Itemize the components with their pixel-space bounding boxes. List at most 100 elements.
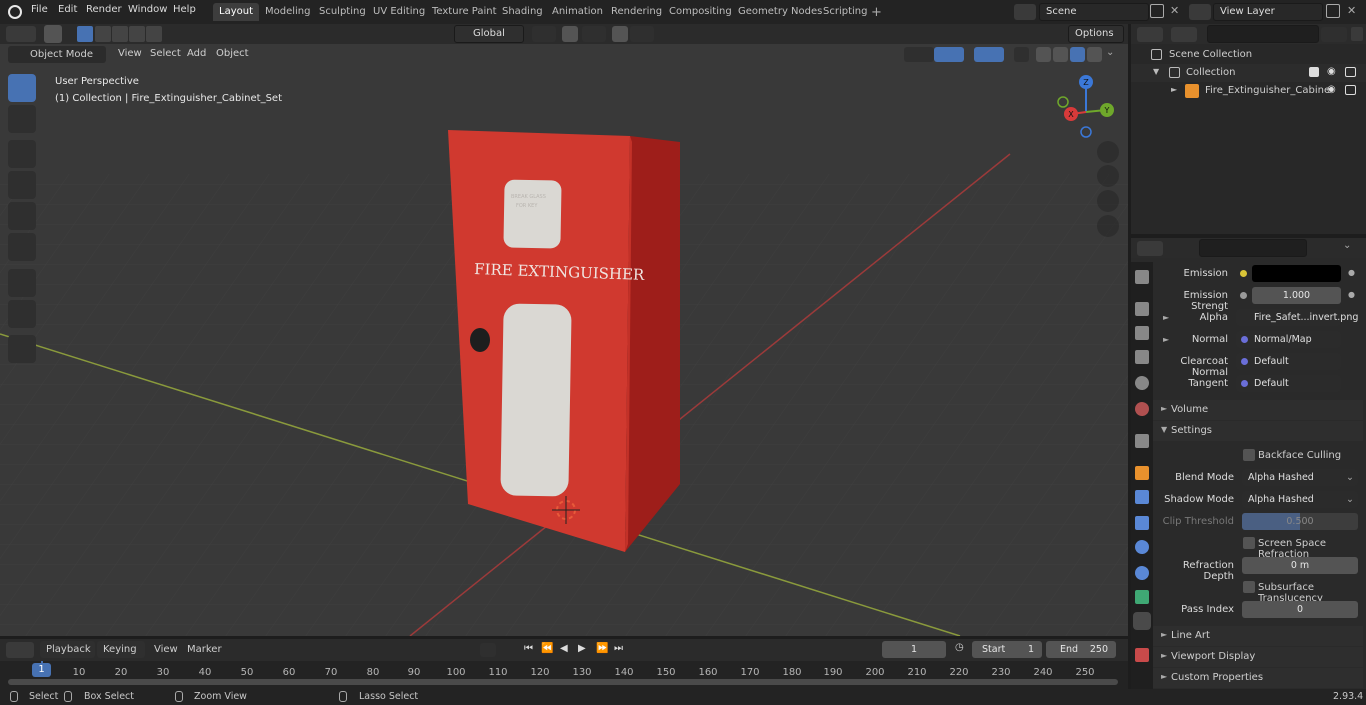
viewport-menu-select[interactable]: Select <box>150 48 181 59</box>
scale-tool-icon[interactable] <box>8 202 36 230</box>
viewport-menu-object[interactable]: Object <box>216 48 249 59</box>
xray-toggle-icon[interactable] <box>1014 47 1029 62</box>
current-frame-field[interactable]: 1 <box>882 641 946 658</box>
view-layer-icon[interactable] <box>1189 4 1211 20</box>
annotate-tool-icon[interactable] <box>8 269 36 297</box>
playhead-marker[interactable]: 1 <box>32 663 51 677</box>
end-frame-field[interactable]: End 250 <box>1046 641 1116 658</box>
constraints-tab-icon[interactable] <box>1135 566 1149 580</box>
viewport-menu-add[interactable]: Add <box>187 48 206 59</box>
world-tab-icon[interactable] <box>1135 402 1149 416</box>
gizmo-toggle-icon[interactable] <box>934 47 964 62</box>
prev-keyframe-icon[interactable]: ⏪ <box>541 643 553 654</box>
timeline-menu-view[interactable]: View <box>154 644 178 655</box>
scene-field[interactable]: Scene <box>1039 3 1149 21</box>
object-camera-icon[interactable] <box>1345 85 1356 95</box>
volume-panel-header[interactable]: ► Volume <box>1153 400 1363 420</box>
pass-index-field[interactable]: 0 <box>1242 601 1358 618</box>
collection-tab-icon[interactable] <box>1135 434 1149 448</box>
object-expand-icon[interactable]: ► <box>1171 85 1177 94</box>
screen-space-refraction-checkbox[interactable] <box>1243 537 1255 549</box>
tab-sculpting[interactable]: Sculpting <box>313 3 372 21</box>
menu-edit[interactable]: Edit <box>58 4 77 15</box>
material-tab-icon[interactable] <box>1133 612 1151 630</box>
normal-expand-icon[interactable]: ► <box>1163 335 1169 344</box>
tab-layout[interactable]: Layout <box>213 3 259 21</box>
visibility-icon[interactable] <box>904 47 934 62</box>
emission-keyframe-icon[interactable]: ● <box>1348 268 1355 277</box>
data-tab-icon[interactable] <box>1135 590 1149 604</box>
snap-target-icon[interactable] <box>582 26 606 42</box>
normal-link-field[interactable]: Normal/Map <box>1236 331 1341 348</box>
select-mode-subtract-icon[interactable] <box>112 26 128 42</box>
menu-help[interactable]: Help <box>173 4 196 15</box>
object-eye-icon[interactable]: ◉ <box>1327 84 1336 95</box>
play-icon[interactable]: ▶ <box>578 643 586 654</box>
render-tab-icon[interactable] <box>1135 302 1149 316</box>
outliner-row-collection[interactable]: ▼ Collection ◉ <box>1131 64 1366 82</box>
tab-modeling[interactable]: Modeling <box>259 3 317 21</box>
tab-uv-editing[interactable]: UV Editing <box>367 3 431 21</box>
subsurface-translucency-checkbox[interactable] <box>1243 581 1255 593</box>
line-art-panel-header[interactable]: ► Line Art <box>1153 626 1363 646</box>
snap-icon[interactable] <box>562 26 578 42</box>
rotate-tool-icon[interactable] <box>8 171 36 199</box>
output-tab-icon[interactable] <box>1135 326 1149 340</box>
3d-viewport[interactable]: FIRE EXTINGUISHER BREAK GLASS FOR KEY Z … <box>0 44 1128 636</box>
object-tab-icon[interactable] <box>1135 466 1149 480</box>
close-scene-icon[interactable]: ✕ <box>1170 4 1179 17</box>
cursor-tool-icon[interactable] <box>8 105 36 133</box>
settings-panel-header[interactable]: ▼ Settings <box>1153 421 1363 441</box>
select-mode-intersect-icon[interactable] <box>146 26 162 42</box>
refraction-depth-field[interactable]: 0 m <box>1242 557 1358 574</box>
menu-window[interactable]: Window <box>128 4 167 15</box>
outliner-display-mode-icon[interactable] <box>1171 27 1197 42</box>
zoom-gizmo-icon[interactable] <box>1097 141 1119 163</box>
timeline-menu-marker[interactable]: Marker <box>187 644 222 655</box>
move-tool-icon[interactable] <box>8 140 36 168</box>
keying-menu[interactable]: Keying <box>97 641 145 658</box>
add-workspace-icon[interactable]: + <box>871 5 882 20</box>
material-shading-icon[interactable] <box>1070 47 1085 62</box>
menu-render[interactable]: Render <box>86 4 122 15</box>
select-box-tool-icon[interactable] <box>8 74 36 102</box>
properties-options-chevron-icon[interactable]: ⌄ <box>1343 240 1351 251</box>
camera-view-icon[interactable] <box>1097 190 1119 212</box>
collection-camera-icon[interactable] <box>1345 67 1356 77</box>
outliner-filter-icon[interactable] <box>1321 27 1347 42</box>
timeline-scrollbar[interactable] <box>8 679 1118 685</box>
pivot-icon[interactable] <box>532 26 556 42</box>
alpha-link-field[interactable]: Fire_Safet...invert.png <box>1236 309 1358 326</box>
ortho-toggle-icon[interactable] <box>1097 215 1119 237</box>
collection-eye-icon[interactable]: ◉ <box>1327 66 1336 77</box>
tab-geometry-nodes[interactable]: Geometry Nodes <box>732 3 828 21</box>
options-dropdown[interactable]: Options <box>1068 25 1124 43</box>
transform-orientation-select[interactable]: Global <box>454 25 524 43</box>
menu-file[interactable]: File <box>31 4 48 15</box>
tab-rendering[interactable]: Rendering <box>605 3 668 21</box>
tab-texture-paint[interactable]: Texture Paint <box>426 3 503 21</box>
fire-extinguisher-cabinet[interactable]: FIRE EXTINGUISHER BREAK GLASS FOR KEY <box>448 130 680 552</box>
overlays-toggle-icon[interactable] <box>974 47 1004 62</box>
rendered-shading-icon[interactable] <box>1087 47 1102 62</box>
record-icon[interactable] <box>480 643 496 657</box>
solid-shading-icon[interactable] <box>1053 47 1068 62</box>
jump-start-icon[interactable]: ⏮ <box>524 643 533 654</box>
texture-tab-icon[interactable] <box>1135 648 1149 662</box>
add-cube-tool-icon[interactable] <box>8 335 36 363</box>
tab-scripting[interactable]: Scripting <box>817 3 873 21</box>
falloff-icon[interactable] <box>630 26 654 42</box>
properties-search-input[interactable] <box>1199 239 1307 257</box>
backface-culling-checkbox[interactable] <box>1243 449 1255 461</box>
shadow-mode-select[interactable]: Alpha Hashed ⌄ <box>1242 491 1358 508</box>
proportional-edit-icon[interactable] <box>612 26 628 42</box>
view-layer-field[interactable]: View Layer <box>1213 3 1323 21</box>
viewport-menu-view[interactable]: View <box>118 48 142 59</box>
modifier-tab-icon[interactable] <box>1135 490 1149 504</box>
tab-shading[interactable]: Shading <box>496 3 549 21</box>
tab-animation[interactable]: Animation <box>546 3 609 21</box>
select-mode-extend-icon[interactable] <box>95 26 111 42</box>
wireframe-shading-icon[interactable] <box>1036 47 1051 62</box>
emission-color-field[interactable] <box>1252 265 1341 282</box>
stopwatch-icon[interactable]: ◷ <box>955 642 964 653</box>
